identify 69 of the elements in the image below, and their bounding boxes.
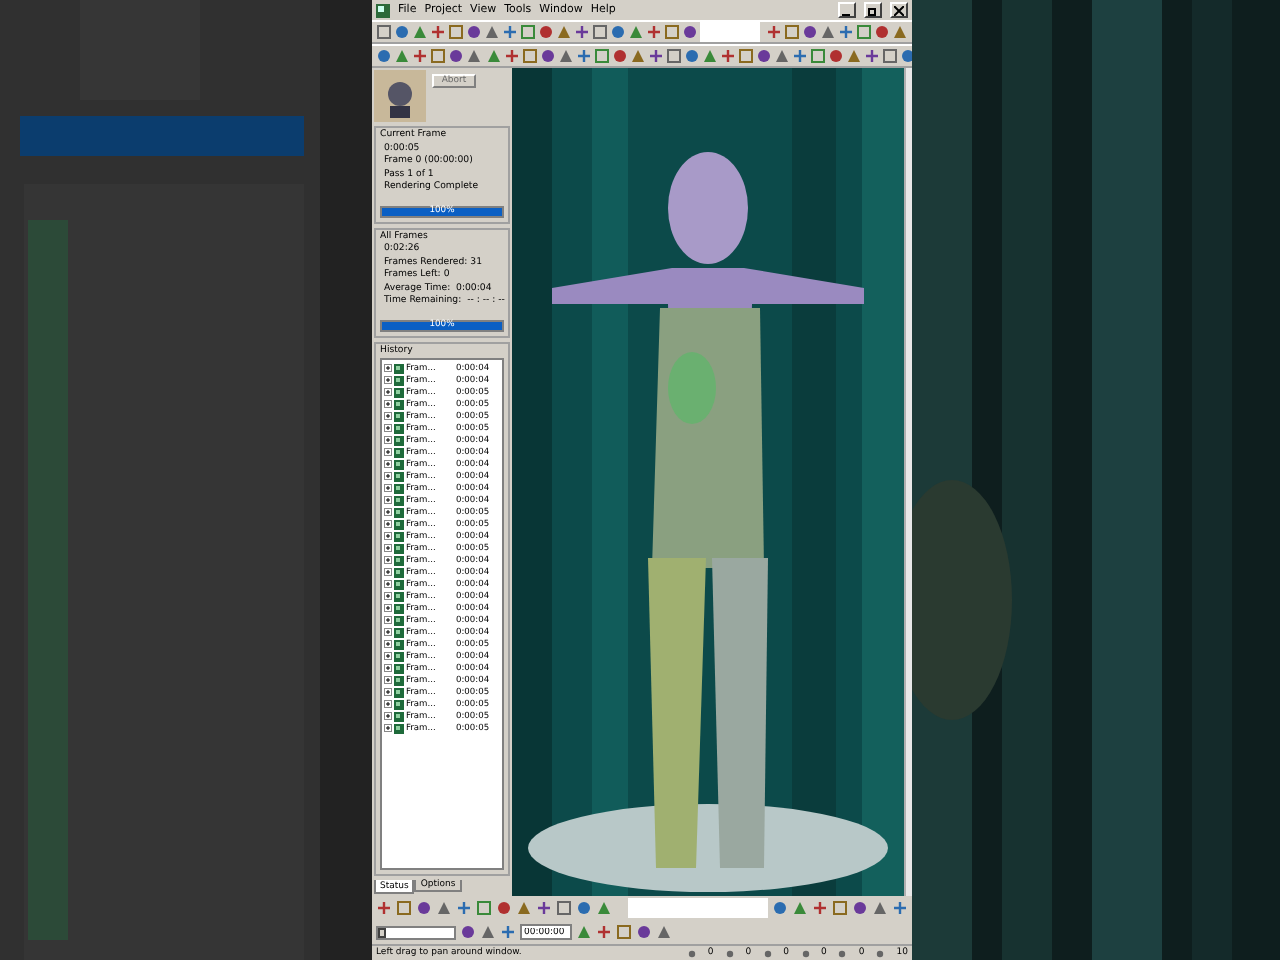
expand-icon[interactable]: [384, 484, 392, 492]
status-icon: [763, 949, 772, 957]
expand-icon[interactable]: [384, 388, 392, 396]
toolbar-button[interactable]: [376, 900, 392, 916]
app-icon: [376, 3, 390, 17]
expand-icon[interactable]: [384, 424, 392, 432]
status-icon: [725, 949, 734, 957]
toolbar-button[interactable]: [812, 900, 828, 916]
toolbar-button[interactable]: [766, 24, 782, 40]
toolbar-button[interactable]: [720, 48, 736, 64]
status-icon: [801, 949, 810, 957]
restore-button[interactable]: [864, 2, 882, 18]
expand-icon[interactable]: [384, 640, 392, 648]
expand-icon[interactable]: [384, 460, 392, 468]
toolbar-button[interactable]: [648, 48, 664, 64]
toolbar-button[interactable]: [892, 900, 908, 916]
time-slider[interactable]: [376, 925, 456, 939]
scrollbar[interactable]: [904, 68, 912, 896]
expand-icon[interactable]: [384, 520, 392, 528]
expand-icon[interactable]: [384, 376, 392, 384]
expand-icon[interactable]: [384, 652, 392, 660]
toolbar-button[interactable]: [574, 24, 590, 40]
expand-icon[interactable]: [384, 724, 392, 732]
expand-icon[interactable]: [384, 448, 392, 456]
toolbar-field[interactable]: [700, 22, 760, 42]
expand-icon[interactable]: [384, 532, 392, 540]
toolbar-button[interactable]: [792, 48, 808, 64]
expand-icon[interactable]: [384, 712, 392, 720]
status-icon: [876, 949, 885, 957]
close-button[interactable]: [890, 2, 908, 18]
expand-icon[interactable]: [384, 496, 392, 504]
blank-panel: [628, 898, 768, 918]
expand-icon[interactable]: [384, 616, 392, 624]
toolbar-button[interactable]: [412, 48, 428, 64]
toolbar-button[interactable]: [504, 48, 520, 64]
expand-icon[interactable]: [384, 592, 392, 600]
expand-icon[interactable]: [384, 676, 392, 684]
toolbar-button[interactable]: [576, 48, 592, 64]
expand-icon[interactable]: [384, 364, 392, 372]
expand-icon[interactable]: [384, 580, 392, 588]
expand-icon[interactable]: [384, 664, 392, 672]
expand-icon[interactable]: [384, 400, 392, 408]
toolbar-button[interactable]: [430, 24, 446, 40]
restore-icon: [868, 5, 878, 15]
slider-thumb[interactable]: [378, 927, 386, 937]
status-icon: [687, 949, 696, 957]
toolbar-button[interactable]: [500, 924, 516, 940]
toolbar-button[interactable]: [502, 24, 518, 40]
expand-icon[interactable]: [384, 628, 392, 636]
expand-icon[interactable]: [384, 508, 392, 516]
toolbar-button[interactable]: [864, 48, 880, 64]
minimize-button[interactable]: [838, 2, 856, 18]
toolbar-button[interactable]: [456, 900, 472, 916]
expand-icon[interactable]: [384, 436, 392, 444]
expand-icon[interactable]: [384, 412, 392, 420]
thumbnail: [374, 70, 426, 122]
toolbar-button[interactable]: [536, 900, 552, 916]
status-icon: [838, 949, 847, 957]
toolbar-button[interactable]: [838, 24, 854, 40]
expand-icon[interactable]: [384, 688, 392, 696]
expand-icon[interactable]: [384, 556, 392, 564]
toolbar-button[interactable]: [596, 924, 612, 940]
expand-icon[interactable]: [384, 568, 392, 576]
toolbar-button[interactable]: [646, 24, 662, 40]
close-icon: [894, 5, 904, 15]
expand-icon[interactable]: [384, 544, 392, 552]
expand-icon[interactable]: [384, 700, 392, 708]
expand-icon[interactable]: [384, 604, 392, 612]
expand-icon[interactable]: [384, 472, 392, 480]
